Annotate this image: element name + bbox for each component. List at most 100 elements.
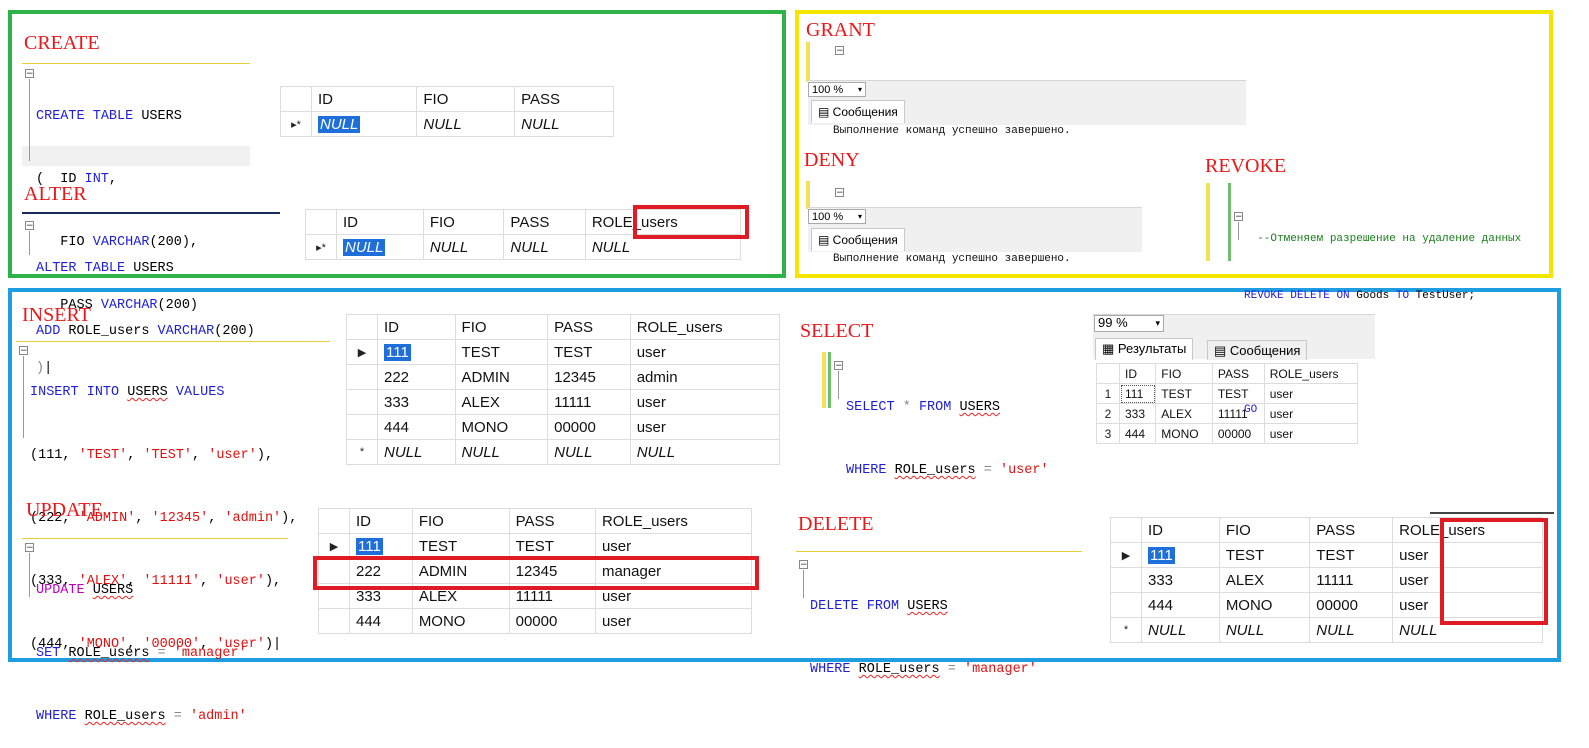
tab-messages[interactable]: ▤ Сообщения xyxy=(811,228,905,251)
grid-cell[interactable]: NULL xyxy=(377,439,456,465)
grid-cell[interactable]: user xyxy=(1263,383,1359,404)
grid-cell[interactable]: NULL xyxy=(310,111,418,137)
column-header[interactable]: ROLE_users xyxy=(594,508,753,534)
grid-cell[interactable]: ALEX xyxy=(454,389,549,415)
grid-cell[interactable]: 12345 xyxy=(547,364,631,390)
grid-cell[interactable]: ALEX xyxy=(1155,403,1213,424)
column-header[interactable]: ID xyxy=(377,314,456,340)
collapse-icon[interactable]: − xyxy=(1234,212,1243,222)
grid-cell[interactable]: 00000 xyxy=(547,414,631,440)
column-header[interactable]: ROLE_users xyxy=(629,314,781,340)
grid-cell[interactable]: NULL xyxy=(503,234,586,260)
tab-messages[interactable]: ▤ Сообщения xyxy=(1207,340,1308,360)
grid-cell[interactable]: 444 xyxy=(1141,592,1220,618)
column-header[interactable]: FIO xyxy=(1218,517,1311,543)
grid-cell[interactable]: 111 xyxy=(349,533,413,559)
grid-cell[interactable]: TEST xyxy=(547,339,631,365)
grid-cell[interactable]: NULL xyxy=(629,439,781,465)
tab-messages[interactable]: ▤ Сообщения xyxy=(811,100,905,123)
column-header[interactable]: ID xyxy=(310,86,418,112)
grid-cell[interactable]: 111 xyxy=(1118,383,1157,404)
update-code-editor[interactable]: UPDATE USERS SET ROLE_users = 'manager' … xyxy=(36,538,247,748)
zoom-dropdown[interactable]: 100 % ▾ xyxy=(808,209,866,224)
collapse-icon[interactable]: − xyxy=(835,188,844,198)
grid-cell[interactable]: MONO xyxy=(454,414,549,440)
grid-cell[interactable]: 333 xyxy=(377,389,456,415)
column-header[interactable]: PASS xyxy=(1211,363,1265,384)
column-header[interactable]: ROLE_users xyxy=(1263,363,1359,384)
grid-cell[interactable]: 00000 xyxy=(1211,423,1265,444)
column-header[interactable]: FIO xyxy=(1155,363,1213,384)
grid-cell[interactable]: TEST xyxy=(1211,383,1265,404)
collapse-icon[interactable]: − xyxy=(834,361,843,371)
grid-cell[interactable]: admin xyxy=(629,364,781,390)
grid-cell[interactable]: TEST xyxy=(1218,542,1311,568)
create-result-grid[interactable]: ID FIO PASS ▸* NULL NULL NULL xyxy=(280,86,614,137)
grid-cell[interactable]: 222 xyxy=(377,364,456,390)
column-header[interactable]: ID xyxy=(349,508,413,534)
grid-cell[interactable]: 444 xyxy=(349,608,413,634)
collapse-icon[interactable]: − xyxy=(799,560,808,570)
column-header[interactable]: PASS xyxy=(503,209,586,235)
grid-cell[interactable]: MONO xyxy=(411,608,510,634)
grid-cell[interactable]: TEST xyxy=(411,533,510,559)
insert-result-grid[interactable]: ID FIO PASS ROLE_users ▶ 111 TEST TEST u… xyxy=(346,314,781,465)
grid-cell[interactable]: user xyxy=(1263,423,1359,444)
grid-cell[interactable]: 444 xyxy=(1118,423,1157,444)
column-header[interactable]: FIO xyxy=(454,314,549,340)
column-header[interactable]: ID xyxy=(1141,517,1220,543)
grid-cell[interactable]: user xyxy=(629,389,781,415)
grid-cell[interactable]: NULL xyxy=(514,111,614,137)
grid-cell[interactable]: TEST xyxy=(508,533,596,559)
collapse-icon[interactable]: − xyxy=(19,346,28,356)
collapse-icon[interactable]: − xyxy=(835,46,844,56)
grid-cell[interactable]: NULL xyxy=(336,234,424,260)
grid-cell[interactable]: 11111 xyxy=(547,389,631,415)
grid-cell[interactable]: 444 xyxy=(377,414,456,440)
select-code-editor[interactable]: SELECT * FROM USERS WHERE ROLE_users = '… xyxy=(846,355,1049,502)
grid-cell[interactable]: NULL xyxy=(416,111,516,137)
column-header[interactable]: ID xyxy=(336,209,424,235)
column-header[interactable]: FIO xyxy=(422,209,505,235)
column-header[interactable]: ID xyxy=(1118,363,1157,384)
grid-cell[interactable]: user xyxy=(594,533,753,559)
grid-cell[interactable]: user xyxy=(629,339,781,365)
grid-cell[interactable]: 11111 xyxy=(1309,567,1394,593)
zoom-dropdown[interactable]: 100 % ▾ xyxy=(808,82,866,97)
grid-cell[interactable]: NULL xyxy=(1141,617,1220,643)
grid-cell[interactable]: NULL xyxy=(547,439,631,465)
grid-cell[interactable]: MONO xyxy=(1218,592,1311,618)
grid-cell[interactable]: TEST xyxy=(1309,542,1394,568)
grid-cell[interactable]: 11111 xyxy=(1211,403,1265,424)
collapse-icon[interactable]: − xyxy=(25,543,34,553)
grid-cell[interactable]: user xyxy=(629,414,781,440)
grid-cell[interactable]: NULL xyxy=(1309,617,1394,643)
column-header[interactable]: PASS xyxy=(508,508,596,534)
collapse-icon[interactable]: − xyxy=(25,69,34,79)
grid-cell[interactable]: NULL xyxy=(1218,617,1311,643)
grid-cell[interactable]: 333 xyxy=(1141,567,1220,593)
column-header[interactable]: FIO xyxy=(416,86,516,112)
grid-cell[interactable]: 333 xyxy=(1118,403,1157,424)
grid-cell[interactable]: TEST xyxy=(1155,383,1213,404)
grid-cell[interactable]: MONO xyxy=(1155,423,1213,444)
grid-cell[interactable]: ADMIN xyxy=(454,364,549,390)
grid-cell[interactable]: TEST xyxy=(454,339,549,365)
grid-cell[interactable]: 00000 xyxy=(1309,592,1394,618)
column-header[interactable]: FIO xyxy=(411,508,510,534)
grid-cell[interactable]: user xyxy=(594,608,753,634)
select-result-grid[interactable]: ID FIO PASS ROLE_users 1 111 TEST TEST u… xyxy=(1096,363,1359,444)
column-header[interactable]: PASS xyxy=(1309,517,1394,543)
column-header[interactable]: PASS xyxy=(547,314,631,340)
grid-cell[interactable]: 111 xyxy=(1141,542,1220,568)
grid-cell[interactable]: 111 xyxy=(377,339,456,365)
grid-cell[interactable]: NULL xyxy=(454,439,549,465)
tab-results[interactable]: ▦ Результаты xyxy=(1095,338,1194,360)
collapse-icon[interactable]: − xyxy=(25,221,34,231)
grid-cell[interactable]: ALEX xyxy=(1218,567,1311,593)
column-header[interactable]: PASS xyxy=(514,86,614,112)
grid-cell[interactable]: 00000 xyxy=(508,608,596,634)
zoom-dropdown[interactable]: 99 % ▾ xyxy=(1094,315,1164,332)
grid-cell[interactable]: NULL xyxy=(422,234,505,260)
delete-code-editor[interactable]: DELETE FROM USERS WHERE ROLE_users = 'ma… xyxy=(810,554,1037,701)
